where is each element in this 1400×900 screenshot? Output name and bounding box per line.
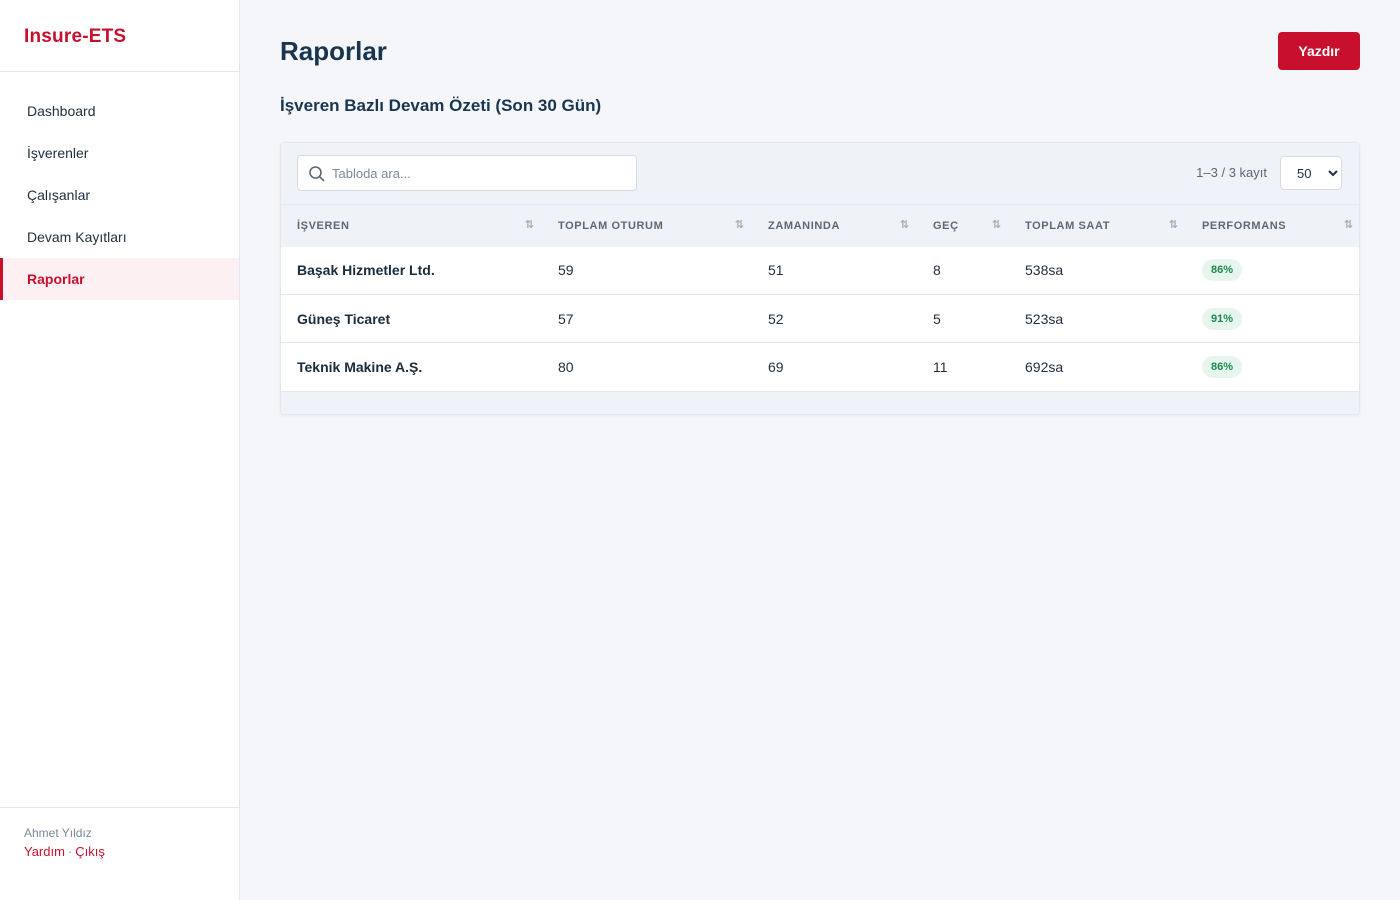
- employer-cell: Teknik Makine A.Ş.: [297, 358, 423, 375]
- on-time-cell: 52: [768, 310, 784, 327]
- column-header-total-hours[interactable]: TOPLAM SAAT ⇅: [1009, 205, 1186, 247]
- table-search-input[interactable]: [332, 156, 632, 190]
- print-button[interactable]: Yazdır: [1278, 32, 1360, 70]
- sidebar-nav: Dashboard İşverenler Çalışanlar Devam Ka…: [0, 72, 239, 300]
- help-link[interactable]: Yardım: [24, 844, 65, 859]
- sidebar-item-attendance-records[interactable]: Devam Kayıtları: [0, 216, 239, 258]
- total-sessions-cell: 80: [558, 358, 574, 375]
- sort-icon[interactable]: ⇅: [992, 218, 1001, 231]
- column-header-total-sessions[interactable]: TOPLAM OTURUM ⇅: [542, 205, 752, 247]
- sort-icon[interactable]: ⇅: [900, 218, 909, 231]
- performance-badge: 86%: [1202, 355, 1243, 378]
- table-body: Başak Hizmetler Ltd. 59 51 8 538sa 86% G…: [281, 246, 1359, 391]
- late-cell: 8: [933, 262, 941, 279]
- brand-logo[interactable]: Insure-ETS: [0, 0, 239, 72]
- sort-icon[interactable]: ⇅: [1344, 218, 1353, 231]
- report-table-card: 1–3 / 3 kayıt 50 İŞVEREN ⇅ TOPLAM OTURUM ⇅…: [280, 142, 1360, 415]
- performance-cell: 91%: [1186, 295, 1359, 343]
- total-hours-cell: 538sa: [1025, 262, 1064, 279]
- report-table: İŞVEREN ⇅ TOPLAM OTURUM ⇅ ZAMANINDA ⇅ GEÇ ⇅ …: [281, 204, 1359, 391]
- total-sessions-cell: 59: [558, 262, 574, 279]
- search-box[interactable]: [297, 155, 637, 191]
- page-title: Raporlar: [280, 36, 387, 66]
- total-hours-cell: 692sa: [1025, 358, 1064, 375]
- performance-cell: 86%: [1186, 247, 1359, 295]
- table-toolbar: 1–3 / 3 kayıt 50: [281, 143, 1359, 204]
- column-label: TOPLAM OTURUM: [558, 219, 664, 232]
- sidebar: Insure-ETS Dashboard İşverenler Çalışanl…: [0, 0, 240, 900]
- sidebar-item-employees[interactable]: Çalışanlar: [0, 174, 239, 216]
- column-label: İŞVEREN: [297, 219, 350, 232]
- late-cell: 5: [933, 310, 941, 327]
- column-header-performance[interactable]: PERFORMANS ⇅: [1186, 205, 1359, 247]
- footer-separator: ·: [67, 844, 73, 859]
- table-row[interactable]: Başak Hizmetler Ltd. 59 51 8 538sa 86%: [281, 246, 1359, 295]
- record-range: 1–3 / 3 kayıt: [1196, 165, 1267, 180]
- on-time-cell: 51: [768, 262, 784, 279]
- column-label: TOPLAM SAAT: [1025, 219, 1111, 232]
- sidebar-item-reports[interactable]: Raporlar: [0, 258, 239, 300]
- table-header: İŞVEREN ⇅ TOPLAM OTURUM ⇅ ZAMANINDA ⇅ GEÇ ⇅ …: [281, 204, 1359, 247]
- column-label: ZAMANINDA: [768, 219, 841, 232]
- column-label: PERFORMANS: [1202, 219, 1287, 232]
- table-row[interactable]: Güneş Ticaret 57 52 5 523sa 91%: [281, 294, 1359, 343]
- column-header-employer[interactable]: İŞVEREN ⇅: [281, 205, 542, 247]
- sort-icon[interactable]: ⇅: [525, 218, 534, 231]
- table-footer: [281, 390, 1359, 414]
- table-row[interactable]: Teknik Makine A.Ş. 80 69 11 692sa 86%: [281, 342, 1359, 391]
- sort-icon[interactable]: ⇅: [1169, 218, 1178, 231]
- user-name: Ahmet Yıldız: [24, 826, 92, 840]
- on-time-cell: 69: [768, 358, 784, 375]
- total-sessions-cell: 57: [558, 310, 574, 327]
- main-content: Raporlar Yazdır İşveren Bazlı Devam Özet…: [240, 0, 1400, 900]
- performance-badge: 91%: [1202, 307, 1243, 330]
- sort-icon[interactable]: ⇅: [735, 218, 744, 231]
- total-hours-cell: 523sa: [1025, 310, 1064, 327]
- section-title: İşveren Bazlı Devam Özeti (Son 30 Gün): [280, 96, 602, 115]
- footer-links: Yardım · Çıkış: [24, 844, 215, 859]
- column-label: GEÇ: [933, 219, 959, 232]
- employer-cell: Güneş Ticaret: [297, 310, 391, 327]
- late-cell: 11: [933, 358, 948, 375]
- employer-cell: Başak Hizmetler Ltd.: [297, 262, 435, 279]
- column-header-late[interactable]: GEÇ ⇅: [917, 205, 1009, 247]
- sidebar-item-employers[interactable]: İşverenler: [0, 132, 239, 174]
- search-icon: [308, 165, 326, 183]
- column-header-on-time[interactable]: ZAMANINDA ⇅: [752, 205, 917, 247]
- page-size-select[interactable]: 50: [1280, 156, 1342, 190]
- performance-cell: 86%: [1186, 343, 1359, 391]
- sidebar-item-dashboard[interactable]: Dashboard: [0, 90, 239, 132]
- logout-link[interactable]: Çıkış: [75, 844, 105, 859]
- sidebar-footer: Ahmet Yıldız Yardım · Çıkış: [0, 807, 239, 900]
- performance-badge: 86%: [1202, 259, 1243, 282]
